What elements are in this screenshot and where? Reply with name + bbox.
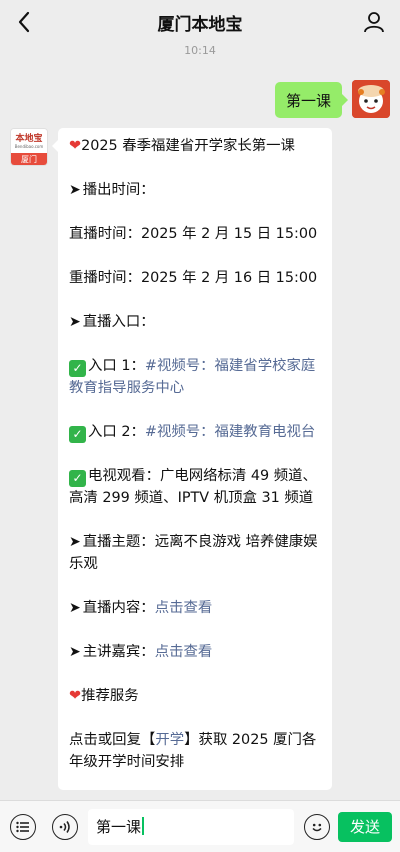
person-icon — [364, 12, 384, 33]
check-icon: ✓ — [69, 360, 86, 377]
check-icon: ✓ — [69, 426, 86, 443]
emoji-icon — [312, 823, 322, 832]
arrow-icon: ➤ — [69, 600, 81, 616]
list-icon — [16, 821, 29, 833]
arrow-icon: ➤ — [69, 314, 81, 330]
heart-icon: ❤ — [69, 688, 82, 704]
voice-button[interactable] — [52, 814, 78, 840]
reply-keyword-link[interactable]: 开学 — [155, 732, 184, 748]
top-bar: 厦门本地宝 — [0, 0, 400, 44]
input-bar: 第一课 发送 — [0, 800, 400, 852]
message-input[interactable]: 第一课 — [88, 809, 294, 845]
message-paragraph: ➤ 播出时间： — [69, 182, 155, 198]
avatar-city-label: 厦门 — [11, 153, 47, 165]
profile-button[interactable] — [360, 8, 388, 36]
message-paragraph: ➤ 直播内容：点击查看 — [69, 600, 213, 616]
guest-link[interactable]: 点击查看 — [155, 644, 213, 660]
arrow-icon: ➤ — [69, 644, 81, 660]
message-paragraph: 点击或回复【开学】获取 2025 厦门各年级开学时间安排 — [69, 732, 317, 770]
heart-icon: ❤ — [69, 138, 82, 154]
message-paragraph: ❤推荐服务 — [69, 688, 139, 704]
content-link[interactable]: 点击查看 — [155, 600, 213, 616]
arrow-icon: ➤ — [69, 534, 81, 550]
message-paragraph: ➤ 主讲嘉宾：点击查看 — [69, 644, 213, 660]
text-caret — [142, 817, 144, 835]
avatar-logo-url: Bendibao.com — [14, 143, 44, 149]
message-paragraph: ✓ 入口 1：#视频号：福建省学校家庭教育指导服务中心 — [69, 358, 316, 396]
chevron-left-icon — [18, 11, 30, 33]
back-button[interactable] — [8, 6, 40, 38]
message-paragraph: ✓ 电视观看：广电网络标清 49 频道、高清 299 频道、IPTV 机顶盒 31… — [69, 468, 317, 506]
message-paragraph: 重播时间：2025 年 2 月 16 日 15:00 — [69, 270, 318, 286]
cartoon-avatar-image — [352, 80, 390, 118]
message-paragraph: ✓ 入口 2：#视频号：福建教育电视台 — [69, 421, 321, 443]
emoji-button[interactable] — [304, 814, 330, 840]
send-button[interactable]: 发送 — [338, 812, 392, 842]
menu-button[interactable] — [10, 814, 36, 840]
voice-icon — [59, 821, 70, 833]
page-title: 厦门本地宝 — [157, 14, 243, 35]
message-paragraph: ➤ 直播主题：远离不良游戏 培养健康娱乐观 — [69, 534, 318, 572]
message-paragraph: 直播时间：2025 年 2 月 15 日 15:00 — [69, 226, 318, 242]
arrow-icon: ➤ — [69, 182, 81, 198]
message-paragraph: ➤ 直播入口： — [69, 314, 155, 330]
outgoing-message[interactable]: 第一课 — [274, 82, 349, 118]
message-input-value: 第一课 — [96, 818, 142, 836]
avatar-logo-text: 本地宝 — [15, 133, 43, 144]
avatar-logo: 本地宝 Bendibao.com — [11, 129, 47, 153]
check-icon: ✓ — [69, 470, 86, 487]
video-channel-link-2[interactable]: #视频号：福建教育电视台 — [145, 424, 315, 440]
sender-avatar[interactable]: 本地宝 Bendibao.com 厦门 — [10, 128, 48, 166]
my-avatar[interactable] — [352, 80, 390, 118]
message-timestamp: 10:14 — [184, 44, 216, 57]
incoming-message: ❤2025 春季福建省开学家长第一课 ➤ 播出时间： 直播时间：2025 年 2 … — [52, 128, 332, 790]
outgoing-message-text: 第一课 — [285, 91, 331, 110]
message-paragraph: ❤2025 春季福建省开学家长第一课 — [69, 138, 295, 154]
